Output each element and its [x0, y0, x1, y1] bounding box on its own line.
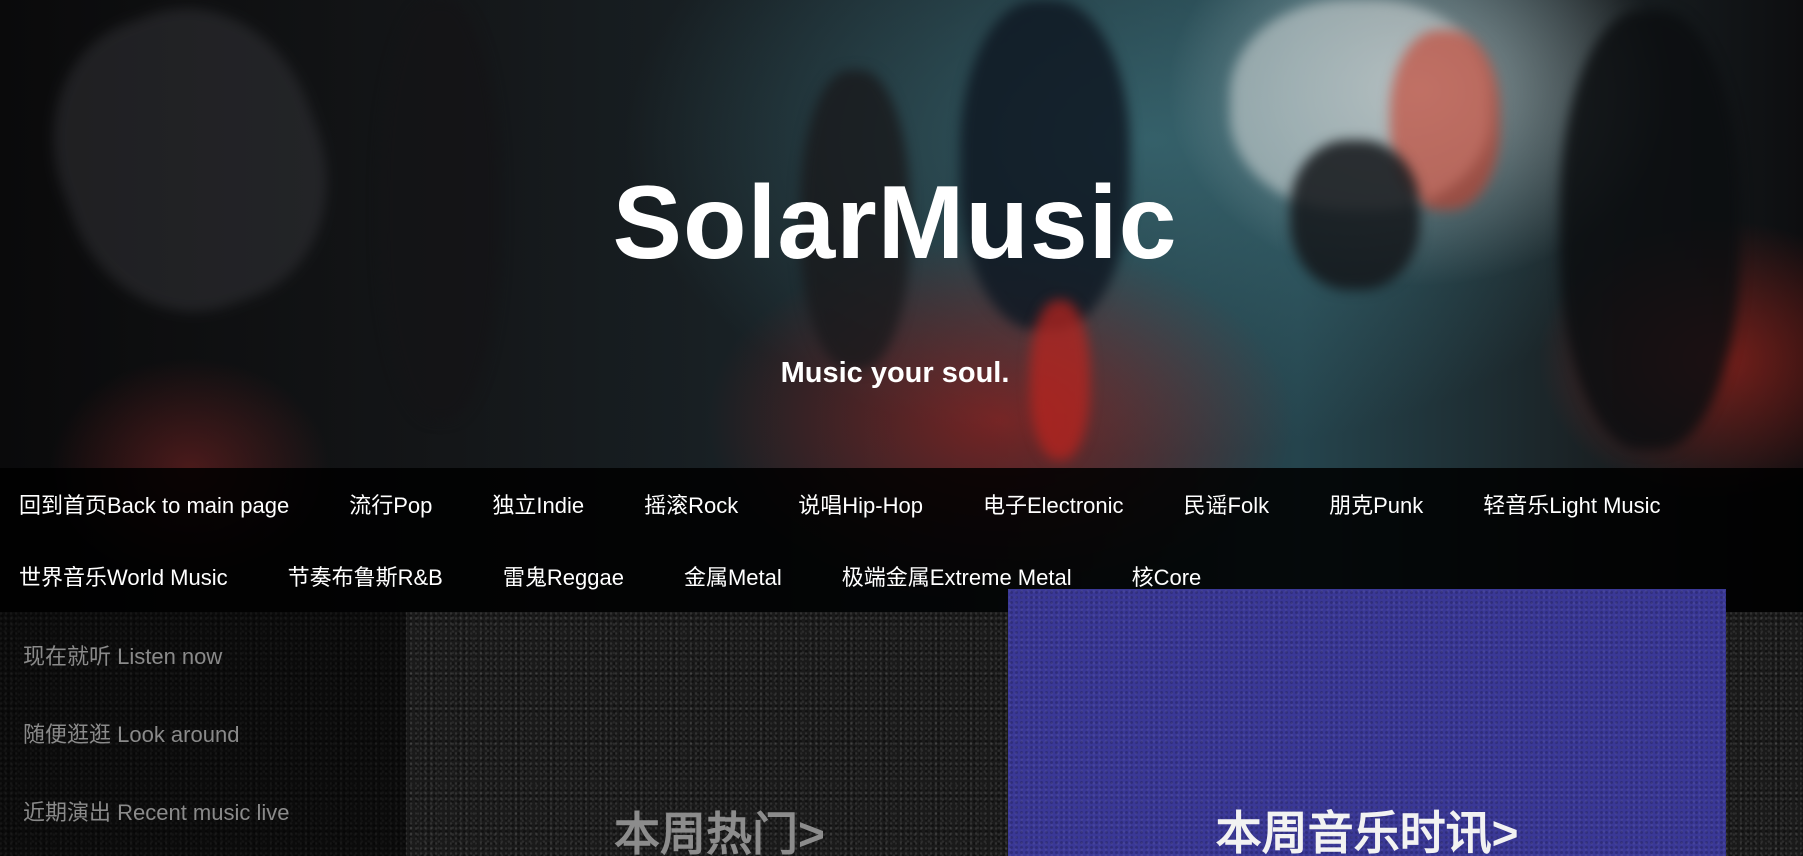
nav-link-core[interactable]: 核Core [1113, 560, 1232, 592]
nav-link-rock[interactable]: 摇滚Rock [625, 488, 768, 520]
hot-this-week-heading[interactable]: 本周热门> [614, 798, 825, 856]
page: SolarMusic Music your soul. 回到首页Back to … [0, 0, 1803, 856]
nav-link-hip-hop[interactable]: 说唱Hip-Hop [779, 488, 953, 520]
nav-row-1: 回到首页Back to main page 流行Pop 独立Indie 摇滚Ro… [0, 468, 1702, 540]
side-item-recent-live[interactable]: 近期演出 Recent music live [23, 795, 290, 827]
nav-link-home[interactable]: 回到首页Back to main page [0, 488, 319, 520]
nav-link-pop[interactable]: 流行Pop [330, 488, 462, 520]
nav-link-punk[interactable]: 朋克Punk [1310, 488, 1453, 520]
nav-link-folk[interactable]: 民谣Folk [1165, 488, 1300, 520]
nav-link-metal[interactable]: 金属Metal [665, 560, 812, 592]
nav-link-reggae[interactable]: 雷鬼Reggae [484, 560, 654, 592]
nav-link-rnb[interactable]: 节奏布鲁斯R&B [269, 560, 473, 592]
nav-link-electronic[interactable]: 电子Electronic [964, 488, 1154, 520]
site-tagline: Music your soul. [780, 357, 1010, 389]
nav-link-light-music[interactable]: 轻音乐Light Music [1464, 488, 1690, 520]
nav-link-indie[interactable]: 独立Indie [473, 488, 614, 520]
music-news-panel: 本周音乐时讯> [1008, 589, 1726, 856]
music-news-heading[interactable]: 本周音乐时讯> [1008, 797, 1726, 856]
nav-link-world-music[interactable]: 世界音乐World Music [0, 560, 258, 592]
side-item-listen-now[interactable]: 现在就听 Listen now [23, 639, 222, 671]
side-menu: 现在就听 Listen now 随便逛逛 Look around 近期演出 Re… [0, 612, 406, 856]
site-title: SolarMusic [612, 165, 1178, 281]
side-item-look-around[interactable]: 随便逛逛 Look around [23, 717, 239, 749]
nav-link-extreme-metal[interactable]: 极端金属Extreme Metal [823, 560, 1102, 592]
